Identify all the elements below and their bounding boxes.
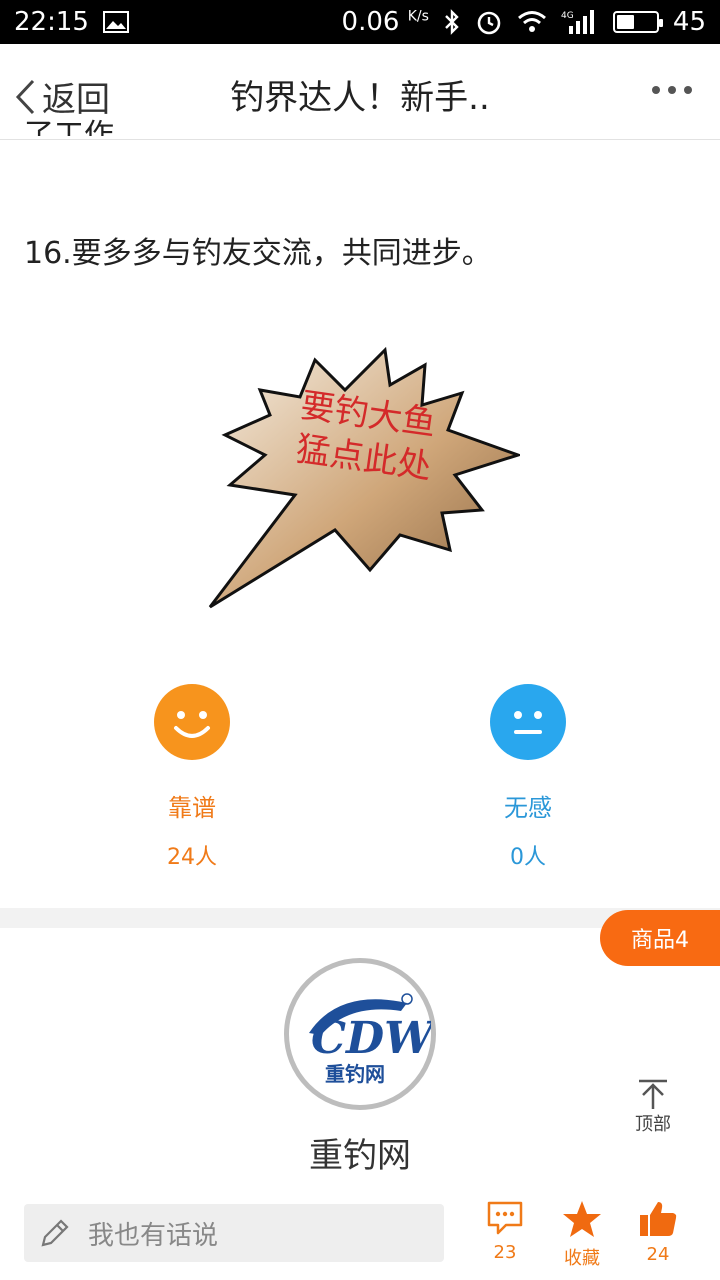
back-to-top-label: 顶部 — [635, 1114, 671, 1135]
star-icon — [563, 1201, 601, 1237]
logo-text: CDW — [311, 1013, 431, 1064]
status-bar: 22:15 0.06 K/s 4G 45 — [0, 0, 720, 44]
more-dots-icon[interactable] — [652, 86, 692, 94]
alarm-icon — [477, 11, 501, 35]
reaction-count: 0人 — [510, 845, 546, 870]
neutral-face-icon — [490, 684, 566, 760]
svg-text:4G: 4G — [561, 11, 574, 21]
status-time: 22:15 — [14, 7, 89, 37]
image-icon — [102, 11, 129, 33]
article-partial-line: 了工作。 — [24, 118, 144, 136]
comments-button[interactable]: 23 — [470, 1200, 540, 1263]
arrow-up-icon — [639, 1079, 667, 1109]
promo-burst-banner[interactable]: 要钓大鱼 猛点此处 — [200, 345, 520, 613]
reaction-indifferent[interactable]: 无感 0人 — [458, 684, 598, 871]
reaction-reliable[interactable]: 靠谱 24人 — [122, 684, 262, 871]
article-line-16: 16.要多多与钓友交流，共同进步。 — [24, 236, 492, 271]
back-to-top-button[interactable]: 顶部 — [628, 1078, 678, 1136]
goods-tab-button[interactable]: 商品4 — [600, 910, 720, 966]
bluetooth-icon — [445, 9, 459, 35]
bottom-bar: 我也有话说 23 收藏 24 — [0, 1188, 720, 1280]
battery-icon — [612, 11, 663, 33]
site-name: 重钓网 — [309, 1136, 411, 1176]
wifi-icon — [517, 11, 546, 32]
comment-input[interactable]: 我也有话说 — [24, 1204, 444, 1262]
smile-face-icon — [154, 684, 230, 760]
like-button[interactable]: 24 — [623, 1200, 693, 1265]
pencil-icon — [41, 1219, 69, 1247]
reaction-label: 靠谱 — [168, 794, 216, 822]
comments-count: 23 — [493, 1242, 517, 1263]
net-speed: 0.06 K/s — [341, 7, 429, 37]
comment-bubble-icon — [487, 1201, 523, 1235]
likes-count: 24 — [646, 1244, 670, 1265]
reaction-label: 无感 — [504, 794, 552, 822]
favorite-button[interactable]: 收藏 — [547, 1200, 617, 1270]
favorite-label: 收藏 — [564, 1248, 600, 1269]
thumbs-up-icon — [640, 1202, 677, 1236]
reaction-count: 24人 — [167, 845, 217, 870]
logo-subtitle: 重钓网 — [325, 1062, 385, 1086]
signal-icon: 4G — [561, 10, 594, 34]
battery-level: 45 — [672, 7, 706, 37]
site-logo[interactable]: CDW 重钓网 — [284, 958, 438, 1110]
page-title: 钓界达人！新手.. — [230, 78, 490, 118]
comment-placeholder: 我也有话说 — [88, 1220, 219, 1251]
